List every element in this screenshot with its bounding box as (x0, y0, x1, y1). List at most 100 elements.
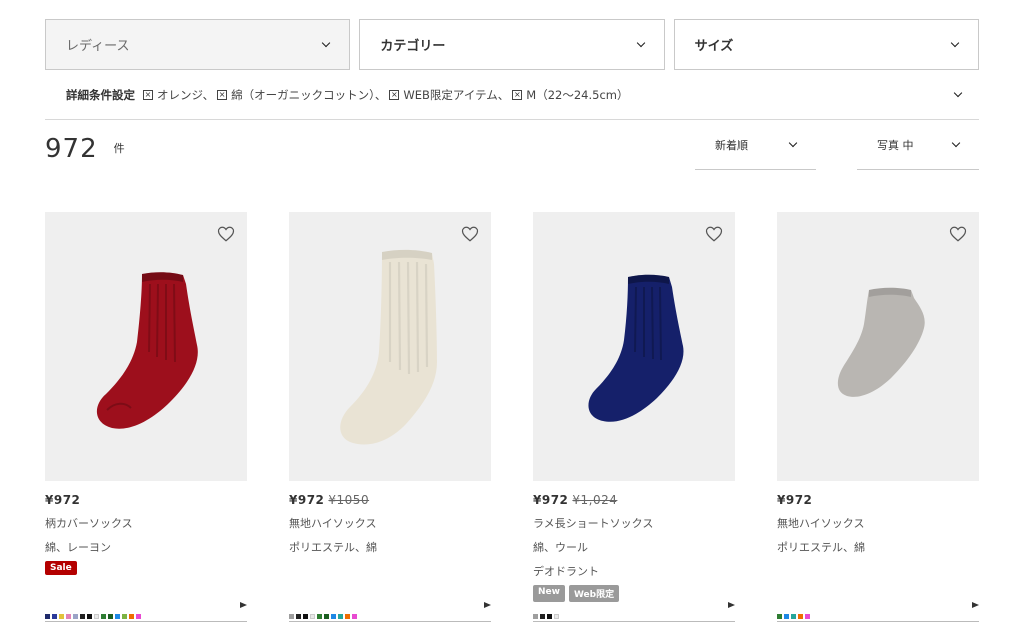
swatch-scroll-track (777, 621, 979, 622)
remove-icon[interactable]: × (217, 89, 228, 100)
color-swatch[interactable] (310, 614, 315, 619)
filter-chip-organic-cotton[interactable]: × 綿（オーガニックコットン）、 (217, 87, 386, 103)
view-size-label: 写真 中 (877, 138, 914, 152)
sort-order-select[interactable]: 新着順 (695, 120, 816, 170)
color-swatch[interactable] (87, 614, 92, 619)
color-swatch[interactable] (331, 614, 336, 619)
color-swatch[interactable] (59, 614, 64, 619)
chevron-down-icon[interactable] (953, 88, 963, 98)
heart-icon[interactable] (217, 225, 235, 243)
product-image[interactable] (45, 212, 247, 481)
color-swatch[interactable] (303, 614, 308, 619)
product-card[interactable]: ¥972 無地ハイソックス ポリエステル、綿 (777, 212, 979, 555)
result-count: 972 件 (45, 134, 125, 164)
gender-select-label: レディース (66, 39, 130, 54)
color-swatch[interactable] (108, 614, 113, 619)
product-name[interactable]: 柄カバーソックス (45, 515, 247, 531)
filter-chip-label: 綿（オーガニックコットン）、 (231, 87, 387, 102)
swatch-dots (45, 614, 141, 619)
swatch-scroll-track (533, 621, 735, 622)
color-swatch[interactable] (66, 614, 71, 619)
filter-chip-label: WEB限定アイテム、 (403, 87, 510, 102)
heart-icon[interactable] (705, 225, 723, 243)
product-tags: New Web限定 (533, 585, 735, 602)
color-swatches (45, 602, 247, 622)
product-feature: デオドラント (533, 565, 599, 578)
color-swatch[interactable] (324, 614, 329, 619)
product-material: 綿、ウール (533, 541, 588, 554)
remove-icon[interactable]: × (512, 89, 523, 100)
color-swatch[interactable] (129, 614, 134, 619)
filter-chip-label: オレンジ、 (157, 87, 215, 102)
next-arrow-icon[interactable] (972, 602, 979, 608)
original-price: ¥1,024 (572, 493, 618, 507)
sale-price: ¥972 (45, 493, 81, 507)
color-swatch[interactable] (317, 614, 322, 619)
sock-image (837, 287, 925, 397)
product-name[interactable]: 無地ハイソックス (777, 515, 979, 531)
color-swatch[interactable] (805, 614, 810, 619)
gender-select[interactable]: レディース (45, 19, 351, 70)
product-price: ¥972 ¥1,024 (533, 493, 735, 507)
color-swatch[interactable] (73, 614, 78, 619)
color-swatch[interactable] (101, 614, 106, 619)
product-image[interactable] (289, 212, 491, 481)
color-swatch[interactable] (540, 614, 545, 619)
filter-chip-label: M（22〜24.5cm） (526, 87, 629, 102)
color-swatches (777, 602, 979, 622)
next-arrow-icon[interactable] (484, 602, 491, 608)
filter-chip-orange[interactable]: × オレンジ、 (143, 87, 214, 103)
color-swatch[interactable] (80, 614, 85, 619)
swatch-scroll-track (45, 621, 247, 622)
remove-icon[interactable]: × (389, 89, 400, 100)
product-image[interactable] (777, 212, 979, 481)
filter-chip-web-limited[interactable]: × WEB限定アイテム、 (389, 87, 509, 103)
color-swatch[interactable] (784, 614, 789, 619)
color-swatch[interactable] (533, 614, 538, 619)
color-swatch[interactable] (296, 614, 301, 619)
next-arrow-icon[interactable] (240, 602, 247, 608)
category-select[interactable]: カテゴリー (359, 19, 665, 70)
color-swatch[interactable] (45, 614, 50, 619)
product-price: ¥972 (777, 493, 979, 507)
heart-icon[interactable] (949, 225, 967, 243)
product-image[interactable] (533, 212, 735, 481)
color-swatch[interactable] (547, 614, 552, 619)
product-card[interactable]: ¥972 ¥1,024 ラメ長ショートソックス 綿、ウール デオドラント New … (533, 212, 735, 602)
view-size-select[interactable]: 写真 中 (857, 120, 979, 170)
web-limited-badge: Web限定 (568, 585, 620, 602)
chevron-down-icon (951, 138, 961, 148)
color-swatch[interactable] (122, 614, 127, 619)
chevron-down-icon (636, 38, 645, 48)
color-swatch[interactable] (136, 614, 141, 619)
sort-order-label: 新着順 (715, 138, 748, 152)
color-swatch[interactable] (798, 614, 803, 619)
remove-icon[interactable]: × (143, 89, 153, 100)
size-select[interactable]: サイズ (673, 19, 979, 70)
heart-icon[interactable] (461, 225, 479, 243)
filter-chip-size-m[interactable]: × M（22〜24.5cm） (512, 87, 628, 103)
color-swatch[interactable] (289, 614, 294, 619)
result-count-number: 972 (45, 134, 98, 164)
color-swatch[interactable] (338, 614, 343, 619)
color-swatch[interactable] (345, 614, 350, 619)
product-card[interactable]: ¥972 柄カバーソックス 綿、レーヨン Sale (45, 212, 247, 575)
swatch-scroll-track (289, 621, 491, 622)
product-card[interactable]: ¥972 ¥1050 無地ハイソックス ポリエステル、綿 (289, 212, 491, 555)
color-swatches (289, 602, 491, 622)
color-swatch[interactable] (52, 614, 57, 619)
color-swatch[interactable] (352, 614, 357, 619)
color-swatch[interactable] (94, 614, 99, 619)
color-swatch[interactable] (115, 614, 120, 619)
color-swatch[interactable] (554, 614, 559, 619)
size-select-label: サイズ (694, 39, 734, 54)
swatch-dots (777, 614, 810, 619)
product-name[interactable]: ラメ長ショートソックス (533, 515, 735, 531)
detail-conditions-bar[interactable]: 詳細条件設定 × オレンジ、 × 綿（オーガニックコットン）、 × WEB限定ア… (45, 70, 979, 120)
color-swatch[interactable] (777, 614, 782, 619)
product-name[interactable]: 無地ハイソックス (289, 515, 491, 531)
next-arrow-icon[interactable] (728, 602, 735, 608)
product-price: ¥972 (45, 493, 247, 507)
color-swatch[interactable] (791, 614, 796, 619)
swatch-dots (533, 614, 559, 619)
